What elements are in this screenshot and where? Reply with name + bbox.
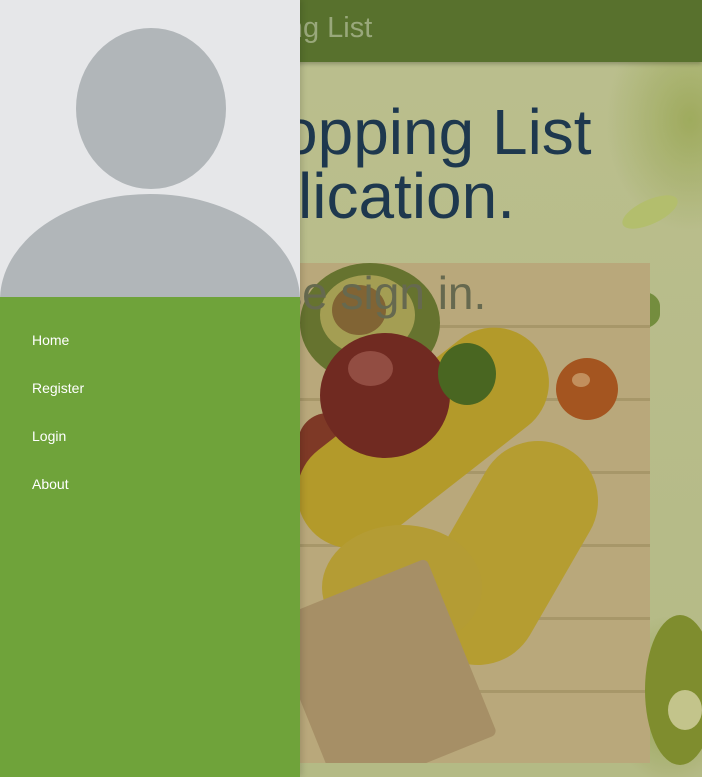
nav-item-home[interactable]: Home: [0, 321, 300, 369]
default-user-avatar-icon: [76, 28, 226, 189]
avatar-body-shape: [0, 194, 300, 297]
nav-item-register[interactable]: Register: [0, 369, 300, 417]
drawer-header: [0, 0, 300, 297]
drawer-menu: Home Register Login About: [0, 297, 300, 777]
nav-item-login[interactable]: Login: [0, 417, 300, 465]
nav-list: Home Register Login About: [0, 297, 300, 513]
nav-item-about[interactable]: About: [0, 465, 300, 513]
navigation-drawer: Home Register Login About: [0, 0, 300, 777]
